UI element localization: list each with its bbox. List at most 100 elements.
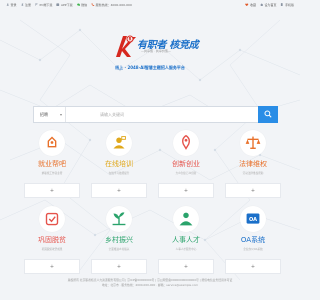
service-card-body: 就业帮吧 求职找工作就业帮 xyxy=(24,130,80,180)
top-link-label: APP下载 xyxy=(60,2,73,7)
service-card-plus-button[interactable]: + xyxy=(225,259,281,274)
top-link-label: 注册 xyxy=(25,2,32,7)
app-icon xyxy=(56,3,60,6)
service-card-body: 乡村振兴 全面推进乡村振兴 xyxy=(91,206,147,256)
flag-icon xyxy=(35,3,39,6)
wechat-icon xyxy=(76,3,80,6)
service-card-title: 在线培训 xyxy=(105,160,133,168)
service-card-desc: 劳动法律维权帮助 xyxy=(242,172,264,175)
top-link-right-1[interactable]: 设为首页 xyxy=(260,2,277,7)
handshake-icon xyxy=(47,136,57,148)
footer-line: 地址：北京市 · 服务热线：4000-000-000 · 邮箱：service@… xyxy=(101,283,199,287)
tagline: 线上 · 2048-AI智慧主题招人服务平台 xyxy=(115,65,185,70)
search-icon xyxy=(264,110,272,118)
service-card-desc: 求职找工作就业帮 xyxy=(41,172,63,175)
service-card-title: OA系统 xyxy=(240,236,266,244)
service-card-plus-button[interactable]: + xyxy=(158,183,214,198)
mobile-icon xyxy=(281,2,284,7)
top-link-left-4[interactable]: 微信 xyxy=(76,2,88,7)
service-card-plus-button[interactable]: + xyxy=(158,259,214,274)
search-bar: 招聘 xyxy=(33,105,278,123)
person-icon xyxy=(179,212,193,226)
service-card-desc: 企业办公OA系统 xyxy=(243,248,263,251)
service-card-title: 就业帮吧 xyxy=(38,160,66,168)
service-card-title: 创新创业 xyxy=(172,160,200,168)
service-card[interactable]: 乡村振兴 全面推进乡村振兴 + xyxy=(91,206,147,274)
service-card-title: 法律维权 xyxy=(239,160,267,168)
top-link-label: PC端下载 xyxy=(39,2,53,7)
rocket-icon xyxy=(182,134,190,150)
top-link-left-0[interactable]: 登录 xyxy=(6,3,17,7)
home-icon xyxy=(260,3,264,6)
top-link-right-2[interactable]: 手机版 xyxy=(280,3,294,7)
service-card-icon-wrap xyxy=(240,130,266,156)
heart-icon xyxy=(245,3,249,6)
service-card-plus-button[interactable]: + xyxy=(91,259,147,274)
service-card[interactable]: 创新创业 大众创业万众创新 + xyxy=(158,130,214,198)
top-link-label: 设为首页 xyxy=(264,2,277,7)
service-card[interactable]: 人事人才 人事人才服务中心 + xyxy=(158,206,214,274)
sprout-icon xyxy=(112,212,126,226)
top-link-left-2[interactable]: PC端下载 xyxy=(35,3,52,7)
service-card-title: 巩固脱贫 xyxy=(38,236,66,244)
service-card-title: 人事人才 xyxy=(172,236,200,244)
service-card-desc: 人事人才服务中心 xyxy=(175,248,197,251)
service-card-plus-button[interactable]: + xyxy=(24,259,80,274)
service-card-plus-button[interactable]: + xyxy=(91,183,147,198)
top-link-label: 服务热线：4000-000-000 xyxy=(95,2,132,7)
site-logo[interactable]: R 有职者 核竞成 —共享值 · 共享价值— xyxy=(113,33,199,67)
top-bar: 登录 注册 PC端下载 APP下载 微信 服务热线：4000-000-000 收藏 设为首页… xyxy=(0,0,300,9)
service-card-desc: 全面推进乡村振兴 xyxy=(108,248,130,251)
service-card-icon-wrap: OA xyxy=(240,206,266,232)
top-link-label: 微信 xyxy=(81,2,88,7)
service-card[interactable]: 法律维权 劳动法律维权帮助 + xyxy=(225,130,281,198)
top-bar-left: 登录 注册 PC端下载 APP下载 微信 服务热线：4000-000-000 xyxy=(6,3,132,7)
footer: 版权所有 北京职者核竞人力资源服务有限公司 | 京ICP备00000000号 |… xyxy=(0,278,300,288)
user-plus-icon xyxy=(20,3,24,6)
chevron-down-icon xyxy=(60,113,62,116)
service-card-desc: 大众创业万众创新 xyxy=(175,172,197,175)
top-link-right-0[interactable]: 收藏 xyxy=(245,3,256,7)
service-card-body: 创新创业 大众创业万众创新 xyxy=(158,130,214,180)
search-button[interactable] xyxy=(258,105,278,123)
top-link-label: 收藏 xyxy=(249,2,256,7)
top-link-label: 手机版 xyxy=(284,2,294,7)
search-input[interactable] xyxy=(66,107,258,122)
service-card[interactable]: 巩固脱贫 巩固脱贫攻坚成果 + xyxy=(24,206,80,274)
top-link-left-3[interactable]: APP下载 xyxy=(56,2,73,7)
service-card[interactable]: 在线培训 在线学习技能提升 + xyxy=(91,130,147,198)
search-category-label: 招聘 xyxy=(40,111,48,117)
service-card-desc: 在线学习技能提升 xyxy=(108,172,130,175)
top-bar-right: 收藏 设为首页 手机版 xyxy=(245,3,294,7)
service-card-desc: 巩固脱贫攻坚成果 xyxy=(41,248,63,251)
badge-check-icon xyxy=(45,212,59,226)
service-card[interactable]: OA OA系统 企业办公OA系统 + xyxy=(225,206,281,274)
service-card-body: 在线培训 在线学习技能提升 xyxy=(91,130,147,180)
search-category-select[interactable]: 招聘 xyxy=(34,107,66,122)
service-card-body: OA OA系统 企业办公OA系统 xyxy=(225,206,281,256)
service-card[interactable]: 就业帮吧 求职找工作就业帮 + xyxy=(24,130,80,198)
top-link-label: 登录 xyxy=(10,2,17,7)
service-card-body: 法律维权 劳动法律维权帮助 xyxy=(225,130,281,180)
service-card-icon-wrap xyxy=(173,206,199,232)
service-card-icon-wrap xyxy=(173,130,199,156)
top-link-left-5[interactable]: 服务热线：4000-000-000 xyxy=(91,3,132,7)
scales-icon xyxy=(245,136,261,149)
top-link-left-1[interactable]: 注册 xyxy=(20,2,32,7)
svg-text:R: R xyxy=(128,37,131,42)
user-icon xyxy=(6,3,10,6)
training-icon xyxy=(113,136,126,149)
service-card-grid: 就业帮吧 求职找工作就业帮 + 在线培训 在线学习技能提升 + 创新创业 大众创… xyxy=(24,130,281,274)
oa-icon: OA xyxy=(246,213,260,224)
phone-icon xyxy=(91,3,95,6)
svg-text:OA: OA xyxy=(249,217,257,223)
service-card-body: 巩固脱贫 巩固脱贫攻坚成果 xyxy=(24,206,80,256)
service-card-body: 人事人才 人事人才服务中心 xyxy=(158,206,214,256)
service-card-icon-wrap xyxy=(39,130,65,156)
service-card-icon-wrap xyxy=(106,130,132,156)
service-card-plus-button[interactable]: + xyxy=(225,183,281,198)
logo-slogan: —共享值 · 共享价值— xyxy=(141,49,171,53)
logo-mark-icon: R xyxy=(116,35,136,57)
service-card-plus-button[interactable]: + xyxy=(24,183,80,198)
service-card-icon-wrap xyxy=(39,206,65,232)
